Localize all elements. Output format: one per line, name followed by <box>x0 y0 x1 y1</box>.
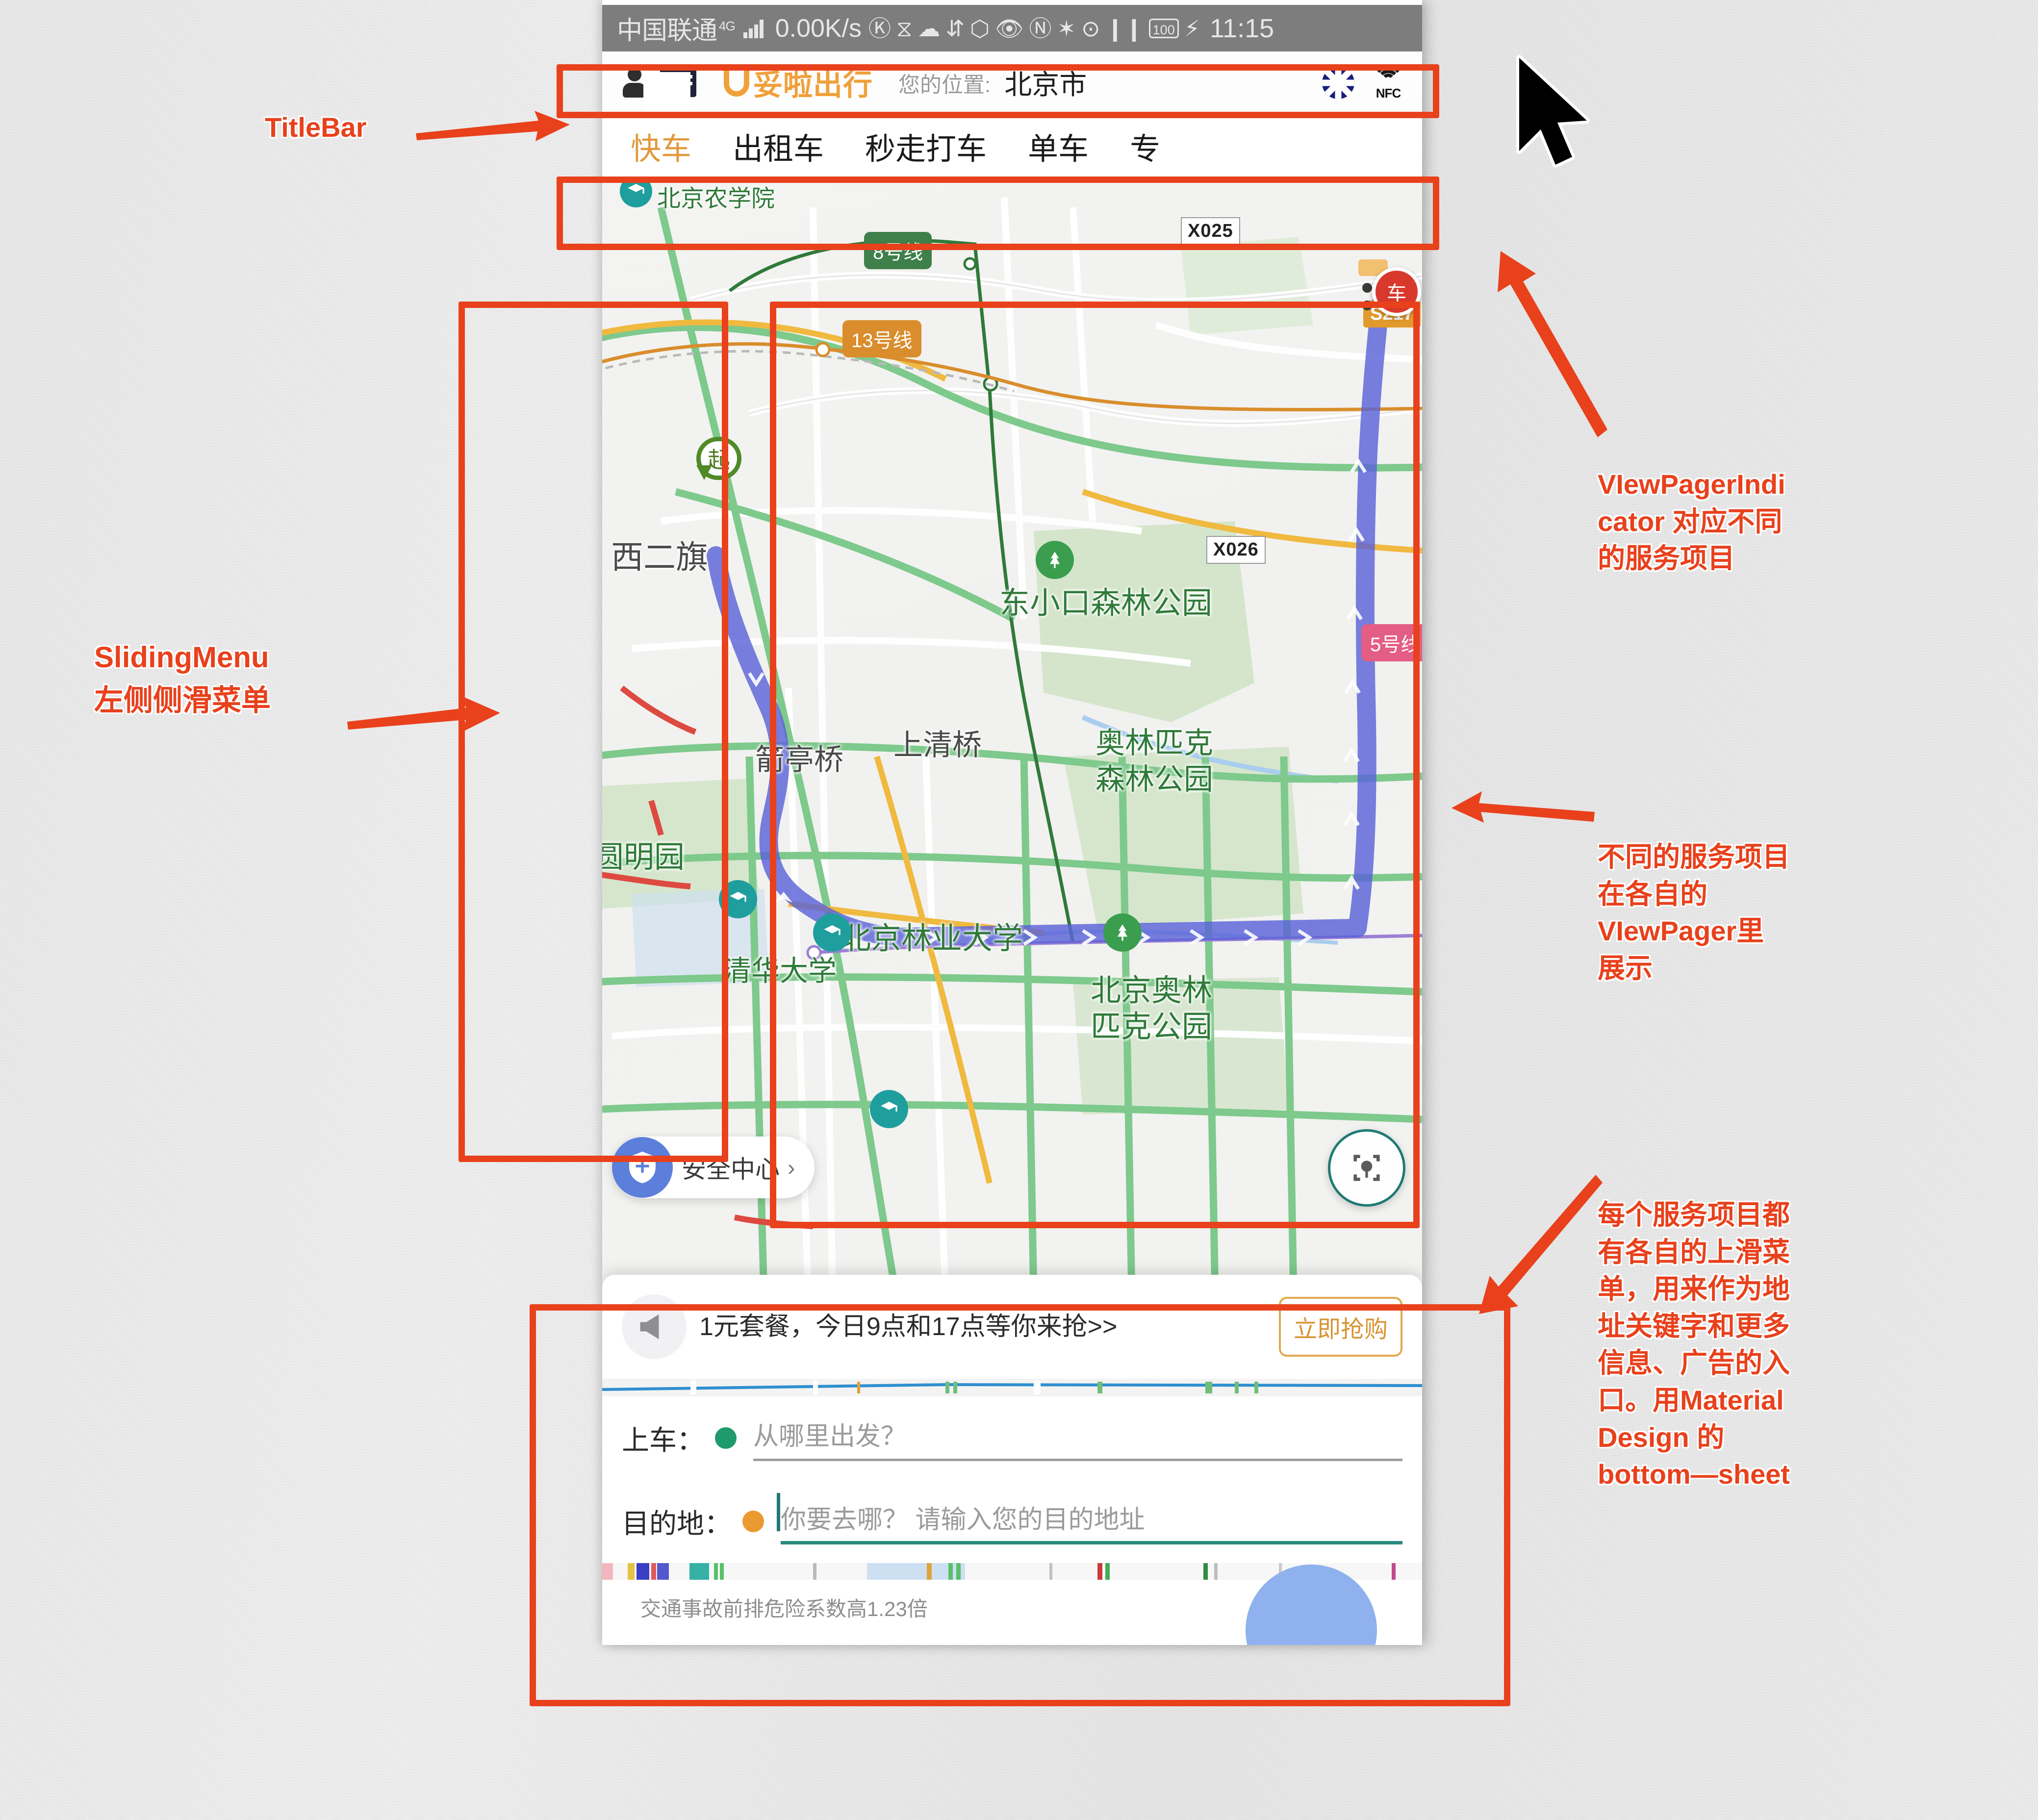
tab-danche[interactable]: 单车 <box>1028 124 1089 168</box>
annotation-label-viewpager: 不同的服务项目 在各自的 VIewPager里 展示 <box>1598 841 1790 984</box>
map-label: 北京林业大学 <box>841 922 1023 956</box>
ad-banner-row[interactable]: 1元套餐，今日9点和17点等你来抢>> 立即抢购 <box>602 1275 1422 1379</box>
phone-screen: 中国联通 4G 0.00K/s Ⓚ ⧖ ☁ ⇵ ⬡ 👁 Ⓝ ✶ ⊙ ❙❙ 100 … <box>602 0 1422 1645</box>
map-label: 清华大学 <box>723 955 837 987</box>
chevron-right-icon: › <box>788 1155 795 1180</box>
status-bar: 中国联通 4G 0.00K/s Ⓚ ⧖ ☁ ⇵ ⬡ 👁 Ⓝ ✶ ⊙ ❙❙ 100 … <box>602 5 1422 51</box>
location-icon: ⊙ <box>1081 15 1100 41</box>
map-label: 北京农学院 <box>657 186 775 212</box>
ad-text: 1元套餐，今日9点和17点等你来抢>> <box>699 1312 1118 1341</box>
network-type-label: 4G <box>719 18 736 33</box>
destination-input[interactable]: 你要去哪？ 请输入您的目的地址 <box>777 1492 1402 1544</box>
map-label: 上清桥 <box>893 729 982 761</box>
route-start-marker[interactable]: 起 <box>696 437 741 490</box>
bottom-sheet[interactable]: 1元套餐，今日9点和17点等你来抢>> 立即抢购 上车： 从哪里出发？ 目的地：… <box>602 1275 1422 1645</box>
school-poi-icon[interactable] <box>813 913 851 952</box>
network-speed-label: 0.00K/s <box>775 14 862 43</box>
map-label: 森林公园 <box>1095 763 1213 796</box>
pickup-input[interactable]: 从哪里出发？ <box>753 1416 1402 1461</box>
tab-kuaiche[interactable]: 快车 <box>631 124 691 168</box>
carrier-label: 中国联通 4G <box>617 17 736 45</box>
mouse-pointer-icon <box>1516 55 1590 168</box>
destination-row[interactable]: 目的地： 你要去哪？ 请输入您的目的地址 <box>602 1480 1422 1563</box>
tab-chuzuche[interactable]: 出租车 <box>733 124 824 168</box>
school-poi-icon[interactable] <box>719 880 757 918</box>
vibrate-icon: ❙❙ <box>1105 15 1144 41</box>
alert-pin-icon[interactable]: 车 <box>1372 267 1421 316</box>
hourglass-icon: ⧖ <box>896 15 913 41</box>
tab-miaozou[interactable]: 秒走打车 <box>865 124 987 168</box>
uk-flag-icon[interactable] <box>1322 66 1354 99</box>
location-label: 您的位置: <box>898 73 991 97</box>
wechat-icon: ☁ <box>917 15 941 41</box>
park-poi-icon[interactable] <box>1103 913 1142 952</box>
arrow-to-viewpager <box>1452 791 1595 823</box>
school-poi-icon[interactable] <box>870 1090 908 1128</box>
title-bar-right-group: NFC <box>1322 65 1404 101</box>
annotation-label-titlebar: TitleBar <box>265 112 367 143</box>
brand-mark-icon <box>724 69 749 97</box>
nfc-status-icon: Ⓝ <box>1029 15 1052 41</box>
map-label: 西二旗 <box>611 539 708 575</box>
title-bar: 妥啦出行 您的位置: 北京市 NFC <box>602 51 1422 114</box>
safety-center-button[interactable]: 安全中心 › <box>612 1137 815 1198</box>
viewpager-indicator-tabs[interactable]: 快车 出租车 秒走打车 单车 专 <box>602 114 1422 178</box>
annotation-label-viewpager-indicator: VIewPagerIndi cator 对应不同 的服务项目 <box>1598 469 1785 574</box>
pickup-dot-icon <box>715 1427 737 1449</box>
park-poi-icon[interactable] <box>1036 541 1074 579</box>
brand-logo: 妥啦出行 <box>724 61 873 104</box>
road-shield: X026 <box>1206 536 1266 564</box>
destination-dot-icon <box>742 1511 764 1532</box>
nfc-icon[interactable]: NFC <box>1372 65 1404 101</box>
locate-me-button[interactable] <box>1328 1129 1405 1207</box>
arrow-to-titlebar <box>416 111 570 141</box>
destination-placeholder: 你要去哪？ 请输入您的目的地址 <box>781 1505 1145 1534</box>
annotation-label-slidingmenu-line2: 左侧侧滑菜单 <box>94 684 271 717</box>
pickup-row[interactable]: 上车： 从哪里出发？ <box>602 1396 1422 1480</box>
map-canvas <box>602 197 1422 1296</box>
ad-buy-now-button[interactable]: 立即抢购 <box>1278 1297 1402 1357</box>
arrow-to-viewpager-indicator <box>1498 251 1607 437</box>
metro-line-badge: 5号线 <box>1361 624 1422 661</box>
map-label: 东小口森林公园 <box>999 586 1213 620</box>
destination-label: 目的地： <box>622 1508 732 1539</box>
annotation-label-slidingmenu-line1: SlidingMenu <box>94 641 269 674</box>
road-shield: X025 <box>1181 217 1240 245</box>
status-icons-group: Ⓚ ⧖ ☁ ⇵ ⬡ 👁 Ⓝ ✶ ⊙ ❙❙ 100 ⚡ <box>868 17 1200 40</box>
kuaishou-icon: Ⓚ <box>868 15 892 41</box>
metro-line-badge: 8号线 <box>864 232 932 269</box>
charging-icon: ⚡ <box>1184 15 1200 41</box>
clock-label: 11:15 <box>1210 13 1274 43</box>
shield-plus-icon <box>612 1137 673 1198</box>
brand-name-label: 妥啦出行 <box>753 69 873 101</box>
battery-percent-label: 100 <box>1148 18 1179 38</box>
id-card-icon[interactable] <box>660 68 696 97</box>
map-view[interactable]: 北京农学院 西二旗 东小口森林公园 箭亭桥 上清桥 奥林匹克 森林公园 圆明园 … <box>602 178 1422 1296</box>
app-icon: ⬡ <box>969 15 990 41</box>
eye-icon: 👁 <box>995 15 1024 41</box>
usb-icon: ⇵ <box>945 15 965 41</box>
location-city-label[interactable]: 北京市 <box>1004 63 1087 102</box>
bluetooth-icon: ✶ <box>1057 15 1076 41</box>
arrow-to-slidingmenu <box>347 696 500 732</box>
pickup-placeholder: 从哪里出发？ <box>753 1422 907 1451</box>
metro-line-badge: 13号线 <box>842 320 921 357</box>
pickup-label: 上车： <box>622 1424 704 1456</box>
locate-crosshair-icon <box>1353 1155 1380 1181</box>
signal-bars-icon <box>743 19 764 38</box>
arrow-to-bottomsheet <box>1479 1175 1603 1314</box>
map-strip-divider <box>602 1379 1422 1396</box>
annotation-label-bottomsheet: 每个服务项目都 有各自的上滑菜 单，用来作为地 址关键字和更多 信息、广告的入 … <box>1598 1199 1790 1490</box>
person-icon[interactable] <box>620 67 649 99</box>
safety-center-label: 安全中心 <box>682 1156 780 1183</box>
map-label: 箭亭桥 <box>755 743 843 776</box>
map-label: 匹克公园 <box>1091 1010 1213 1044</box>
map-label: 圆明园 <box>602 840 685 874</box>
tab-zhuanche[interactable]: 专 <box>1130 124 1160 168</box>
megaphone-icon <box>622 1294 687 1359</box>
